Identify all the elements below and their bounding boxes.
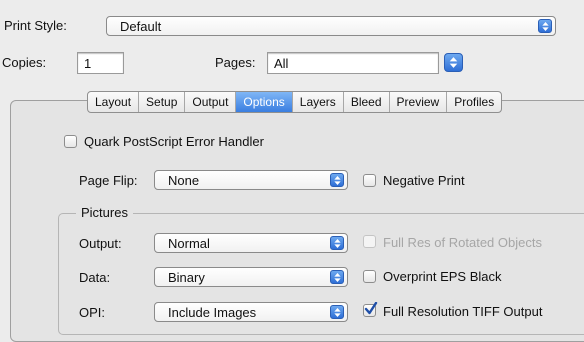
print-style-label: Print Style: bbox=[4, 18, 67, 33]
pictures-output-label: Output: bbox=[79, 236, 122, 251]
quark-error-handler-label: Quark PostScript Error Handler bbox=[84, 134, 264, 149]
pictures-group-title: Pictures bbox=[76, 205, 133, 220]
pages-arrows-icon bbox=[448, 56, 459, 69]
popup-arrows-icon bbox=[538, 19, 552, 33]
pictures-data-popup[interactable]: Binary bbox=[154, 267, 348, 287]
pages-field[interactable]: All bbox=[267, 52, 439, 74]
pictures-output-value: Normal bbox=[168, 236, 210, 251]
popup-arrows-icon bbox=[330, 173, 344, 187]
pictures-opi-popup[interactable]: Include Images bbox=[154, 302, 348, 322]
quark-error-handler-checkbox[interactable] bbox=[64, 135, 77, 148]
negative-print-checkbox[interactable] bbox=[363, 174, 376, 187]
tab-bar: Layout Setup Output Options Layers Bleed… bbox=[87, 91, 503, 113]
print-style-popup[interactable]: Default bbox=[106, 16, 556, 36]
negative-print-label: Negative Print bbox=[383, 173, 465, 188]
pictures-output-popup[interactable]: Normal bbox=[154, 233, 348, 253]
pictures-opi-label: OPI: bbox=[79, 305, 106, 320]
pictures-data-value: Binary bbox=[168, 270, 205, 285]
tab-profiles[interactable]: Profiles bbox=[447, 92, 501, 112]
pictures-opi-value: Include Images bbox=[168, 305, 257, 320]
page-flip-label: Page Flip: bbox=[79, 173, 138, 188]
overprint-eps-black-label: Overprint EPS Black bbox=[383, 269, 502, 284]
tab-preview[interactable]: Preview bbox=[390, 92, 448, 112]
pages-label: Pages: bbox=[215, 55, 256, 70]
copies-value: 1 bbox=[84, 56, 92, 71]
checkmark-icon bbox=[364, 302, 378, 315]
tab-setup[interactable]: Setup bbox=[139, 92, 186, 112]
tab-output[interactable]: Output bbox=[185, 92, 237, 112]
full-res-tiff-label: Full Resolution TIFF Output bbox=[383, 304, 543, 319]
tab-bleed[interactable]: Bleed bbox=[344, 92, 390, 112]
copies-label: Copies: bbox=[2, 55, 47, 70]
print-style-value: Default bbox=[120, 19, 162, 34]
tab-layout[interactable]: Layout bbox=[88, 92, 140, 112]
pictures-data-label: Data: bbox=[79, 270, 111, 285]
page-flip-popup[interactable]: None bbox=[154, 170, 348, 190]
full-res-rotated-checkbox[interactable] bbox=[363, 235, 376, 248]
full-res-rotated-label: Full Res of Rotated Objects bbox=[383, 235, 542, 250]
pages-value: All bbox=[274, 56, 289, 71]
popup-arrows-icon bbox=[330, 270, 344, 284]
popup-arrows-icon bbox=[330, 305, 344, 319]
tab-layers[interactable]: Layers bbox=[293, 92, 344, 112]
overprint-eps-black-checkbox[interactable] bbox=[363, 270, 376, 283]
tab-options[interactable]: Options bbox=[236, 92, 293, 112]
page-flip-value: None bbox=[168, 173, 200, 188]
popup-arrows-icon bbox=[330, 236, 344, 250]
pages-popup-button[interactable] bbox=[444, 53, 463, 72]
copies-field[interactable]: 1 bbox=[77, 52, 124, 74]
full-res-tiff-checkbox[interactable] bbox=[363, 302, 378, 317]
